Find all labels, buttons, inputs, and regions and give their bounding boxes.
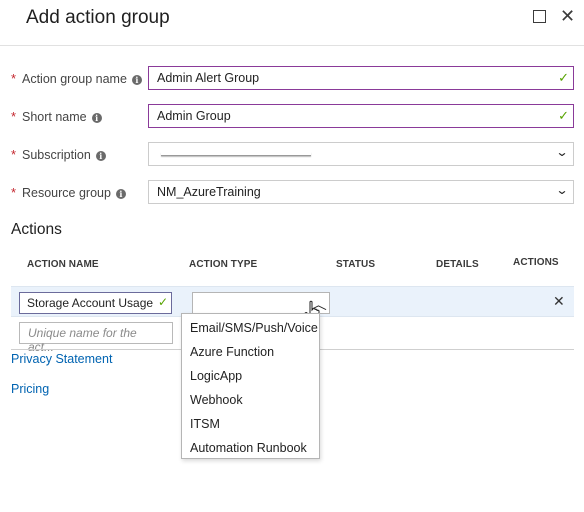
action-group-name-field[interactable]: Admin Alert Group ✓ xyxy=(148,66,574,90)
maximize-icon[interactable] xyxy=(533,10,546,23)
privacy-statement-link[interactable]: Privacy Statement xyxy=(11,352,112,366)
required-marker: * xyxy=(11,147,17,162)
check-icon: ✓ xyxy=(558,108,569,123)
subscription-select[interactable]: ⌄ xyxy=(148,142,574,166)
subscription-value xyxy=(161,152,311,156)
dropdown-option-email-sms-push-voice[interactable]: Email/SMS/Push/Voice xyxy=(190,321,318,335)
action-type-dropdown: Email/SMS/Push/Voice Azure Function Logi… xyxy=(181,313,320,459)
dropdown-option-azure-function[interactable]: Azure Function xyxy=(190,345,274,359)
action-group-name-value: Admin Alert Group xyxy=(157,71,260,85)
column-header-action-type: ACTION TYPE xyxy=(189,259,258,270)
action-group-name-row: * Action group name i Admin Alert Group ✓ xyxy=(0,66,584,92)
info-icon[interactable]: i xyxy=(95,151,106,161)
short-name-row: * Short name i Admin Group ✓ xyxy=(0,104,584,130)
action-name-input[interactable]: Storage Account Usage ✓ xyxy=(19,292,172,314)
subscription-label-text: Subscription xyxy=(22,148,91,162)
close-icon[interactable]: ✕ xyxy=(560,7,576,25)
short-name-value: Admin Group xyxy=(157,109,231,123)
pricing-link[interactable]: Pricing xyxy=(11,382,49,396)
actions-section-title: Actions xyxy=(11,221,62,238)
dropdown-option-itsm[interactable]: ITSM xyxy=(190,417,220,431)
action-name-value: Storage Account Usage xyxy=(27,296,154,310)
column-header-status: STATUS xyxy=(336,259,376,270)
short-name-field[interactable]: Admin Group ✓ xyxy=(148,104,574,128)
required-marker: * xyxy=(11,109,17,124)
required-marker: * xyxy=(11,71,17,86)
dropdown-option-automation-runbook[interactable]: Automation Runbook xyxy=(190,441,307,455)
info-icon[interactable]: i xyxy=(91,113,102,123)
column-header-action-name: ACTION NAME xyxy=(27,259,99,270)
check-icon: ✓ xyxy=(558,70,569,85)
resource-group-select[interactable]: NM_AzureTraining ⌄ xyxy=(148,180,574,204)
short-name-label: Short name i xyxy=(22,110,102,124)
page-title: Add action group xyxy=(26,7,170,28)
resource-group-row: * Resource group i NM_AzureTraining ⌄ xyxy=(0,180,584,206)
resource-group-label-text: Resource group xyxy=(22,186,111,200)
chevron-down-icon: ⌄ xyxy=(555,183,569,197)
subscription-label: Subscription i xyxy=(22,148,106,162)
delete-row-icon[interactable]: ✕ xyxy=(553,293,565,310)
required-marker: * xyxy=(11,185,17,200)
new-action-name-input[interactable]: Unique name for the act... xyxy=(19,322,173,354)
short-name-label-text: Short name xyxy=(22,110,87,124)
column-header-actions: ACTIONS xyxy=(513,257,559,268)
resource-group-label: Resource group i xyxy=(22,186,126,200)
check-icon: ✓ xyxy=(157,295,168,309)
info-icon[interactable]: i xyxy=(115,189,126,199)
dropdown-option-logicapp[interactable]: LogicApp xyxy=(190,369,242,383)
info-icon[interactable]: i xyxy=(131,75,142,85)
action-group-name-label-text: Action group name xyxy=(22,72,127,86)
dropdown-option-webhook[interactable]: Webhook xyxy=(190,393,243,407)
column-header-details: DETAILS xyxy=(436,259,479,270)
chevron-down-icon: ⌄ xyxy=(555,145,569,159)
blade-header: Add action group ✕ xyxy=(0,0,584,46)
action-group-name-label: Action group name i xyxy=(22,72,142,86)
subscription-row: * Subscription i ⌄ xyxy=(0,142,584,168)
resource-group-value: NM_AzureTraining xyxy=(157,185,261,199)
